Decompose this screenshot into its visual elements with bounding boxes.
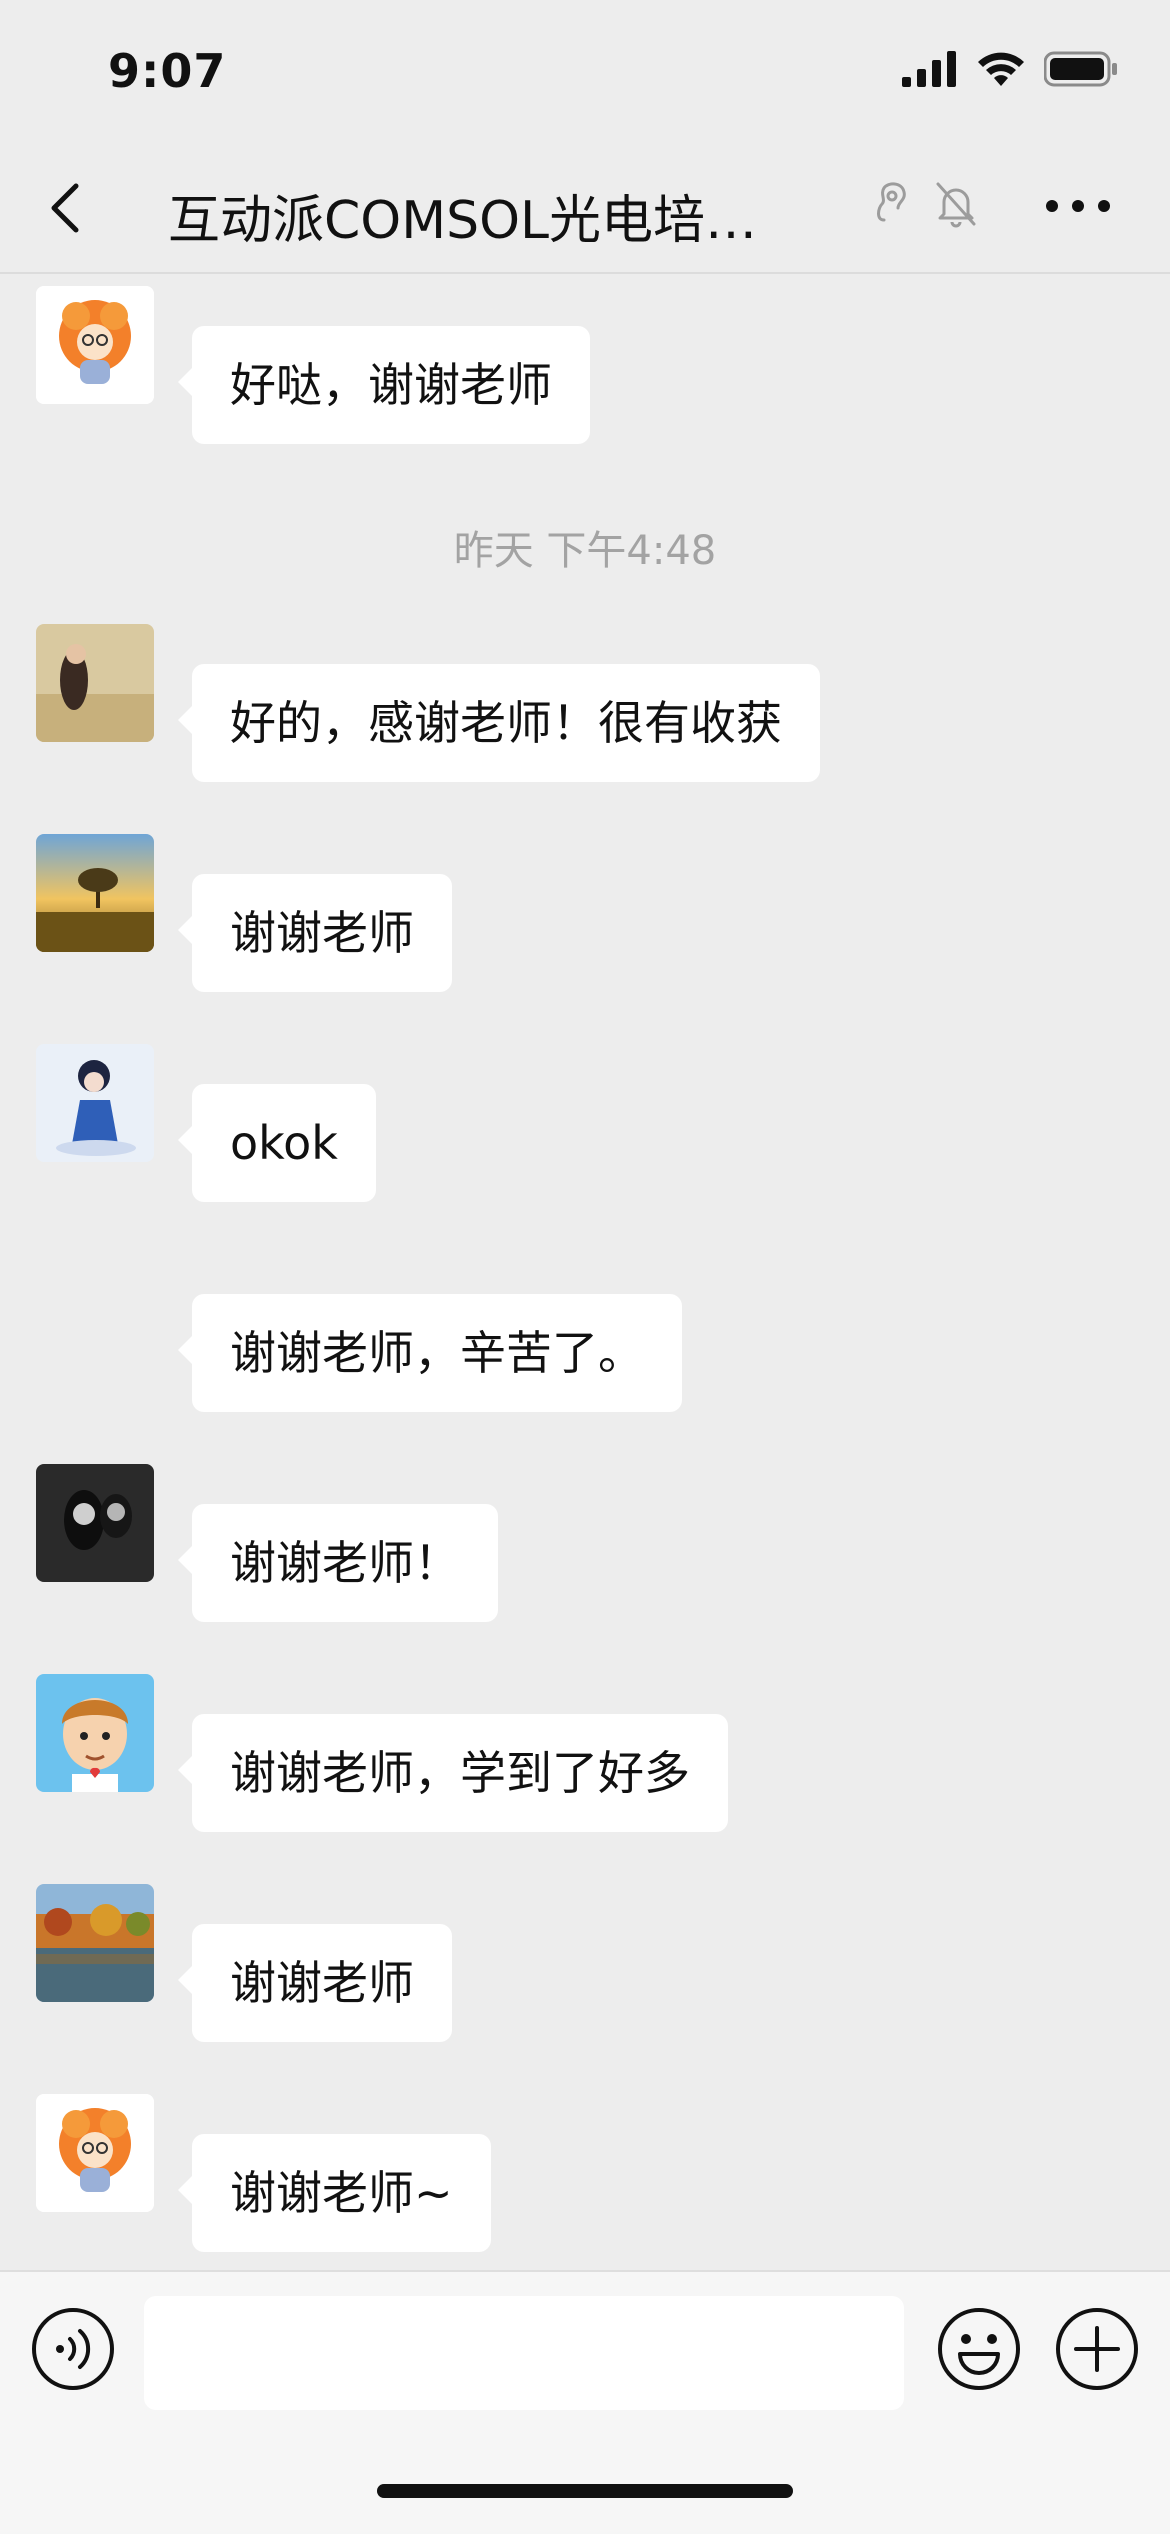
muted-bell-icon xyxy=(936,182,976,228)
avatar[interactable] xyxy=(36,1254,154,1372)
cartoon-boy-avatar-icon xyxy=(36,1674,154,1792)
avatar[interactable] xyxy=(36,1044,154,1162)
status-time: 9:07 xyxy=(108,44,227,98)
message-bubble[interactable]: 谢谢老师~ xyxy=(178,2134,491,2252)
message-bubble[interactable]: okok xyxy=(178,1084,376,1202)
message-bubble[interactable]: 谢谢老师 xyxy=(178,1924,452,2042)
sunset-tree-avatar-icon xyxy=(36,834,154,952)
message-input[interactable] xyxy=(144,2296,904,2410)
avatar[interactable] xyxy=(36,624,154,742)
orange-hair-cartoon-avatar-icon xyxy=(36,2094,154,2212)
chat-header: 互动派COMSOL光电培… xyxy=(0,150,1170,274)
cellular-signal-icon xyxy=(902,51,956,87)
wifi-icon xyxy=(978,52,1024,86)
message-list[interactable]: 好哒，谢谢老师 昨天 下午4:48 好的，感谢老师！很有收获 谢谢老师 okok… xyxy=(0,274,1170,2270)
more-options-icon[interactable] xyxy=(1038,186,1118,226)
avatar[interactable] xyxy=(36,1674,154,1792)
black-white-couple-avatar-icon xyxy=(36,1464,154,1582)
message-timestamp: 昨天 下午4:48 xyxy=(453,528,717,574)
home-indicator[interactable] xyxy=(377,2484,793,2498)
avatar[interactable] xyxy=(36,834,154,952)
battery-icon xyxy=(1044,51,1117,87)
message-bubble[interactable]: 谢谢老师，辛苦了。 xyxy=(178,1294,682,1412)
avatar[interactable] xyxy=(36,1884,154,2002)
girl-in-field-avatar-icon xyxy=(36,624,154,742)
autumn-lake-avatar-icon xyxy=(36,1884,154,2002)
orange-hair-cartoon-avatar-icon xyxy=(36,286,154,404)
message-bubble[interactable]: 好哒，谢谢老师 xyxy=(178,326,590,444)
message-bubble[interactable]: 谢谢老师，学到了好多 xyxy=(178,1714,728,1832)
avatar[interactable] xyxy=(36,2094,154,2212)
earpiece-mode-icon xyxy=(877,182,906,222)
message-bubble[interactable]: 好的，感谢老师！很有收获 xyxy=(178,664,820,782)
plus-icon[interactable] xyxy=(1054,2306,1140,2392)
message-bubble[interactable]: 谢谢老师！ xyxy=(178,1504,498,1622)
avatar[interactable] xyxy=(36,1464,154,1582)
emoji-icon[interactable] xyxy=(936,2306,1022,2392)
voice-input-icon[interactable] xyxy=(30,2306,116,2392)
message-bubble[interactable]: 谢谢老师 xyxy=(178,874,452,992)
chat-title[interactable]: 互动派COMSOL光电培… xyxy=(168,178,757,253)
avatar[interactable] xyxy=(36,286,154,404)
anime-figure-avatar-icon xyxy=(36,1044,154,1162)
back-arrow-icon[interactable] xyxy=(40,178,100,238)
status-icons xyxy=(902,50,1118,88)
status-bar: 9:07 xyxy=(0,0,1170,150)
chat-status-icons xyxy=(872,180,978,228)
